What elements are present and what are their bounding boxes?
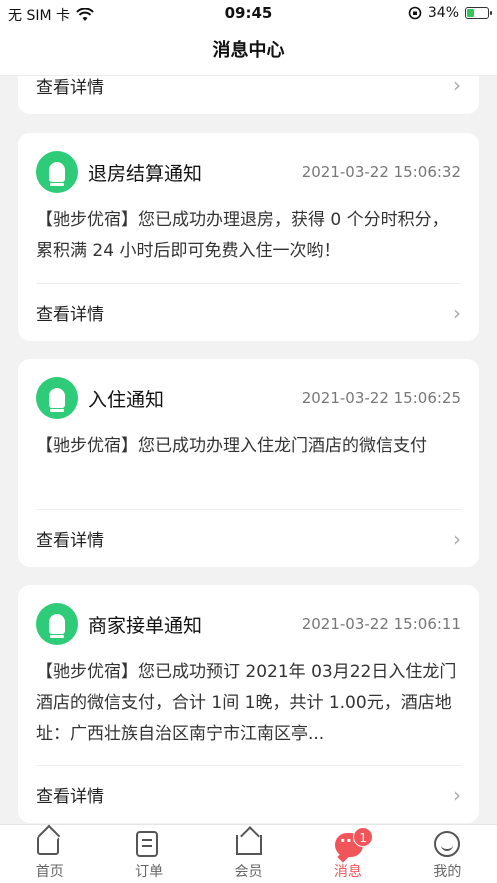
card-timestamp: 2021-03-22 15:06:11 bbox=[301, 615, 461, 633]
card-title: 退房结算通知 bbox=[88, 162, 203, 185]
status-right: 34% bbox=[408, 5, 492, 21]
view-details-row[interactable]: 查看详情 › bbox=[36, 765, 461, 823]
message-card[interactable]: 退房结算通知 2021-03-22 15:06:32 【驰步优宿】您已成功办理退… bbox=[18, 133, 479, 341]
tab-home[interactable]: 首页 bbox=[0, 825, 99, 883]
card-header: 商家接单通知 2021-03-22 15:06:11 bbox=[36, 603, 461, 645]
tab-label: 我的 bbox=[433, 864, 462, 880]
chevron-right-icon: › bbox=[453, 76, 461, 97]
tab-profile[interactable]: 我的 bbox=[398, 825, 497, 883]
message-card[interactable]: 查看详情 › bbox=[18, 76, 479, 114]
order-icon bbox=[136, 831, 162, 857]
card-header: 退房结算通知 2021-03-22 15:06:32 bbox=[36, 151, 461, 193]
chevron-right-icon: › bbox=[453, 782, 461, 807]
unread-badge: 1 bbox=[353, 827, 374, 847]
card-title: 入住通知 bbox=[88, 388, 165, 411]
tab-label: 会员 bbox=[234, 864, 263, 880]
view-details-row[interactable]: 查看详情 › bbox=[36, 283, 461, 341]
view-details-row[interactable]: 查看详情 › bbox=[36, 76, 461, 114]
status-bar: 无 SIM 卡 09:45 34% bbox=[0, 0, 497, 28]
chevron-right-icon: › bbox=[453, 526, 461, 551]
view-details-label: 查看详情 bbox=[36, 77, 104, 98]
notification-bell-icon bbox=[36, 151, 78, 193]
tab-label: 消息 bbox=[333, 864, 362, 880]
tab-orders[interactable]: 订单 bbox=[99, 825, 198, 883]
crown-icon bbox=[235, 831, 262, 857]
card-title: 商家接单通知 bbox=[88, 614, 203, 637]
notification-bell-icon bbox=[36, 603, 78, 645]
message-card[interactable]: 商家接单通知 2021-03-22 15:06:11 【驰步优宿】您已成功预订 … bbox=[18, 585, 479, 823]
chevron-right-icon: › bbox=[453, 300, 461, 325]
tab-label: 订单 bbox=[135, 864, 164, 880]
battery-level bbox=[467, 9, 474, 17]
home-icon bbox=[36, 831, 63, 857]
message-card[interactable]: 入住通知 2021-03-22 15:06:25 【驰步优宿】您已成功办理入住龙… bbox=[18, 359, 479, 567]
view-details-label: 查看详情 bbox=[36, 787, 104, 807]
card-body: 【驰步优宿】您已成功预订 2021年 03月22日入住龙门酒店的微信支付，合计 … bbox=[36, 662, 457, 744]
card-timestamp: 2021-03-22 15:06:32 bbox=[301, 163, 461, 181]
card-header: 入住通知 2021-03-22 15:06:25 bbox=[36, 377, 461, 419]
card-body: 【驰步优宿】您已成功办理退房，获得 0 个分时积分，累积满 24 小时后即可免费… bbox=[36, 210, 449, 261]
message-list[interactable]: 查看详情 › 退房结算通知 2021-03-22 15:06:32 【驰步优宿】… bbox=[0, 76, 497, 824]
notification-bell-icon bbox=[36, 377, 78, 419]
card-timestamp: 2021-03-22 15:06:25 bbox=[301, 389, 461, 407]
face-icon bbox=[434, 831, 461, 857]
view-details-label: 查看详情 bbox=[36, 305, 104, 325]
tab-bar: 首页 订单 会员 1 消息 我的 bbox=[0, 824, 497, 883]
page-title: 消息中心 bbox=[0, 28, 497, 76]
battery-percent: 34% bbox=[427, 5, 459, 21]
battery-icon bbox=[465, 7, 492, 19]
card-body: 【驰步优宿】您已成功办理入住龙门酒店的微信支付 bbox=[36, 436, 427, 456]
tab-messages[interactable]: 1 消息 bbox=[298, 825, 397, 883]
rotation-lock-icon bbox=[408, 6, 422, 20]
tab-label: 首页 bbox=[35, 864, 64, 880]
tab-membership[interactable]: 会员 bbox=[199, 825, 298, 883]
view-details-row[interactable]: 查看详情 › bbox=[36, 509, 461, 567]
view-details-label: 查看详情 bbox=[36, 531, 104, 551]
